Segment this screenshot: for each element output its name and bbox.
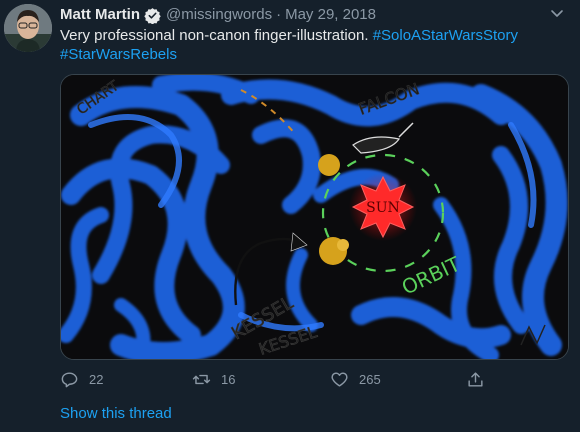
tweet-body: Very professional non-canon finger-illus…: [60, 27, 369, 44]
more-icon[interactable]: [546, 2, 568, 24]
hashtag-rebels[interactable]: #StarWarsRebels: [60, 46, 177, 63]
share-icon: [468, 372, 483, 387]
reply-icon: [61, 372, 78, 388]
retweet-icon: [192, 374, 211, 385]
tweet-date[interactable]: May 29, 2018: [285, 6, 376, 24]
verified-icon: [144, 7, 161, 24]
user-handle[interactable]: @missingwords: [166, 6, 272, 24]
like-action[interactable]: 265: [330, 370, 381, 389]
tweet-header: Matt Martin @missingwords · May 29, 2018: [60, 6, 376, 24]
share-action[interactable]: [466, 370, 495, 389]
like-count: 265: [359, 372, 381, 387]
tweet-actions: 22 16 265: [60, 370, 500, 394]
tweet-media-drawing[interactable]: SUN ORBIT KESSEL KESSEL FALCON CHART: [60, 74, 569, 360]
show-thread-link[interactable]: Show this thread: [60, 405, 172, 422]
sun-label: SUN: [366, 200, 400, 216]
display-name[interactable]: Matt Martin: [60, 6, 140, 24]
hashtag-solo[interactable]: #SoloAStarWarsStory: [373, 27, 518, 44]
separator-dot: ·: [276, 6, 282, 23]
reply-count: 22: [89, 372, 104, 387]
retweet-action[interactable]: 16: [192, 370, 235, 389]
reply-action[interactable]: 22: [60, 370, 103, 389]
tweet-text: Very professional non-canon finger-illus…: [60, 26, 560, 64]
retweet-count: 16: [221, 372, 236, 387]
avatar[interactable]: [4, 4, 52, 52]
tweet: Matt Martin @missingwords · May 29, 2018…: [0, 0, 580, 432]
like-icon: [331, 372, 348, 387]
